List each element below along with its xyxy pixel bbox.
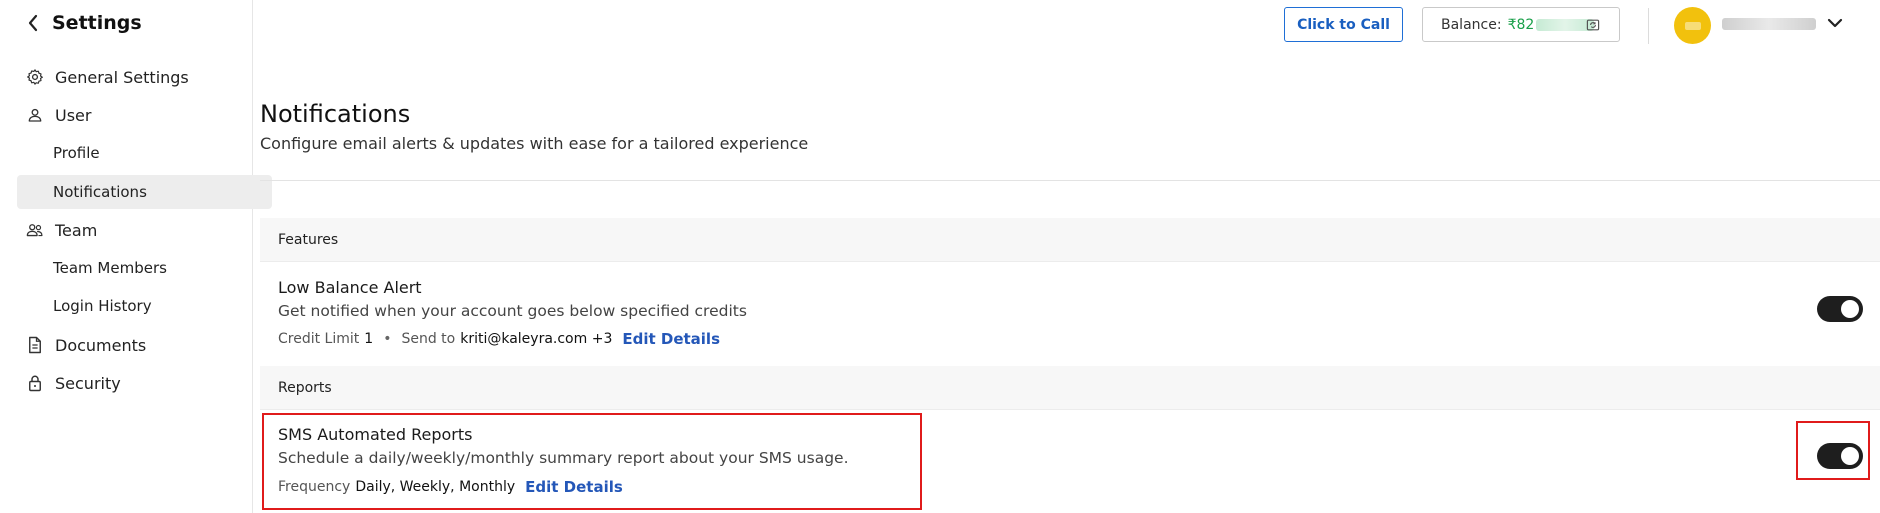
page-title: Notifications — [260, 100, 411, 128]
section-label: Features — [278, 231, 339, 248]
divider — [260, 180, 1880, 181]
user-icon — [25, 105, 45, 125]
sidebar-item-profile[interactable]: Profile — [17, 136, 272, 170]
sms-reports-edit-details-link[interactable]: Edit Details — [525, 478, 623, 496]
balance-display[interactable]: Balance: ₹82 — [1422, 7, 1620, 42]
toggle-knob — [1841, 300, 1859, 318]
sidebar-item-label: Documents — [55, 335, 147, 355]
gear-icon — [25, 67, 45, 87]
section-label: Reports — [278, 379, 332, 396]
header-divider — [1648, 8, 1649, 44]
frequency-value: Daily, Weekly, Monthly — [355, 479, 516, 495]
sidebar-item-documents[interactable]: Documents — [17, 328, 236, 362]
send-to-label: Send to — [401, 331, 456, 347]
frequency-label: Frequency — [278, 479, 351, 495]
page-subtitle: Configure email alerts & updates with ea… — [260, 134, 809, 153]
sms-reports-title: SMS Automated Reports — [278, 425, 473, 444]
sidebar-item-label: User — [55, 105, 92, 125]
sidebar-item-label: Login History — [53, 297, 152, 315]
sidebar-title: Settings — [52, 12, 142, 34]
sidebar-item-label: Profile — [53, 144, 100, 162]
sidebar-header: Settings — [22, 10, 142, 36]
bullet-separator: • — [383, 331, 392, 347]
low-balance-description: Get notified when your account goes belo… — [278, 302, 747, 320]
sms-reports-description: Schedule a daily/weekly/monthly summary … — [278, 449, 849, 467]
sidebar: Settings General Settings User Profile N… — [0, 0, 272, 513]
chevron-down-icon[interactable] — [1826, 14, 1844, 36]
credit-limit-value: 1 — [364, 331, 374, 347]
send-to-value: kriti@kaleyra.com +3 — [460, 331, 613, 347]
lock-icon — [25, 373, 45, 393]
sidebar-item-login-history[interactable]: Login History — [17, 289, 272, 323]
sidebar-item-team[interactable]: Team — [17, 213, 236, 247]
sidebar-item-notifications[interactable]: Notifications — [17, 175, 272, 209]
sidebar-item-label: Team Members — [53, 259, 167, 277]
low-balance-title: Low Balance Alert — [278, 278, 422, 297]
balance-label: Balance: — [1441, 16, 1502, 33]
section-header-features: Features — [260, 218, 1880, 262]
avatar[interactable] — [1674, 7, 1711, 44]
team-icon — [25, 220, 45, 240]
username-redacted[interactable] — [1722, 18, 1816, 30]
low-balance-alert-toggle[interactable] — [1817, 296, 1863, 322]
sidebar-item-user[interactable]: User — [17, 98, 236, 132]
credit-limit-label: Credit Limit — [278, 331, 360, 347]
section-header-reports: Reports — [260, 366, 1880, 410]
sidebar-item-general-settings[interactable]: General Settings — [17, 60, 236, 94]
sidebar-item-label: Team — [55, 220, 98, 240]
toggle-knob — [1841, 447, 1859, 465]
sidebar-item-team-members[interactable]: Team Members — [17, 251, 272, 285]
document-icon — [25, 335, 45, 355]
sidebar-item-label: Notifications — [53, 183, 147, 201]
low-balance-edit-details-link[interactable]: Edit Details — [622, 330, 720, 348]
refresh-balance-icon[interactable] — [1585, 17, 1601, 37]
balance-amount: ₹82 — [1507, 16, 1535, 33]
sidebar-item-security[interactable]: Security — [17, 366, 236, 400]
sms-automated-reports-toggle[interactable] — [1817, 443, 1863, 469]
sidebar-item-label: General Settings — [55, 67, 189, 87]
sidebar-item-label: Security — [55, 373, 121, 393]
click-to-call-button[interactable]: Click to Call — [1284, 7, 1403, 42]
sms-reports-meta: Frequency Daily, Weekly, Monthly Edit De… — [278, 478, 623, 496]
back-arrow-icon[interactable] — [22, 12, 44, 34]
avatar-initials-redacted — [1684, 21, 1701, 30]
low-balance-meta: Credit Limit 1 • Send to kriti@kaleyra.c… — [278, 330, 720, 348]
